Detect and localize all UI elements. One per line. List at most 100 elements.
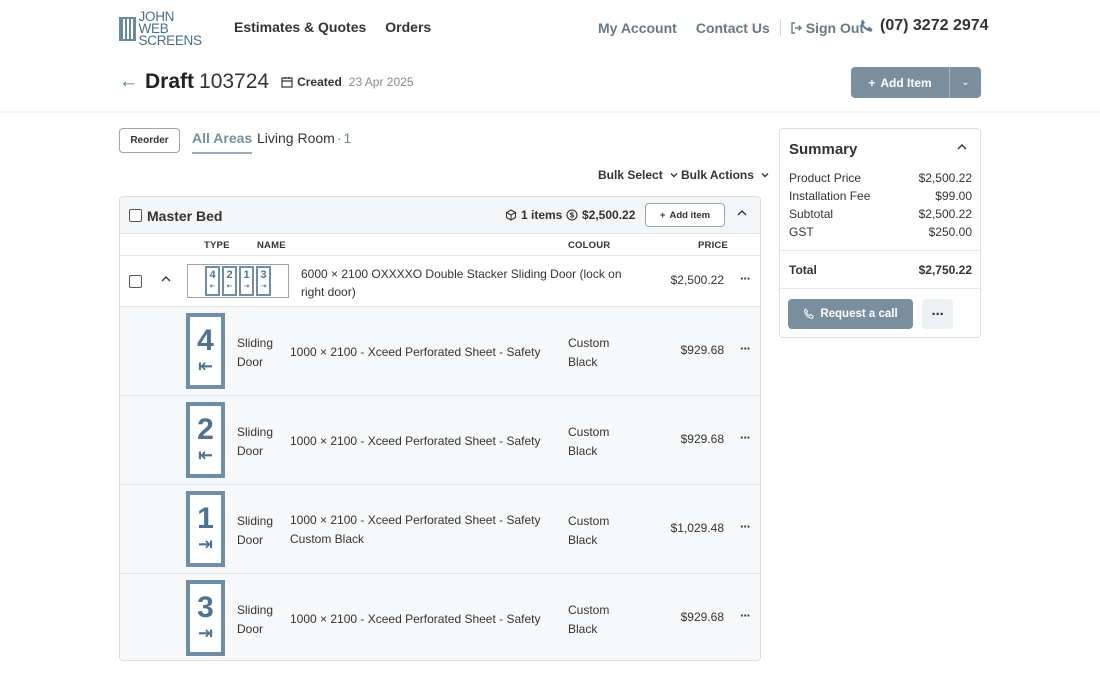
mini-panel: 4 ⇤ — [205, 266, 220, 296]
nav-my-account[interactable]: My Account — [598, 20, 677, 36]
phone-number: (07) 3272 2974 — [880, 17, 989, 34]
calendar-icon — [281, 77, 293, 88]
list-item: 2 ⇤ Sliding Door 1000 × 2100 - Xceed Per… — [120, 395, 760, 484]
column-header-name: NAME — [257, 240, 286, 251]
group-total-value: $2,500.22 — [582, 208, 636, 222]
reorder-button[interactable]: Reorder — [119, 128, 180, 153]
nav-orders[interactable]: Orders — [385, 19, 431, 35]
nav-contact-us[interactable]: Contact Us — [696, 20, 770, 36]
plus-icon: + — [868, 75, 876, 90]
group-select-checkbox[interactable] — [129, 209, 142, 222]
group-items-count: 1 items — [505, 208, 562, 222]
bulk-actions-label: Bulk Actions — [681, 168, 754, 182]
row-more-options-icon[interactable]: ··· — [740, 430, 751, 445]
chevron-down-icon — [761, 173, 769, 178]
request-call-button[interactable]: Request a call — [788, 299, 913, 329]
group-total: $ $2,500.22 — [566, 208, 635, 222]
bulk-select-label: Bulk Select — [598, 168, 663, 182]
page-title-status: Draft — [145, 70, 195, 93]
account-nav: My Account Contact Us Sign Out — [598, 19, 864, 36]
item-type: Sliding Door — [237, 425, 274, 458]
summary-line-gst: GST $250.00 — [789, 225, 972, 239]
group-title: Master Bed — [147, 208, 223, 224]
mini-panel: 2 ⇤ — [222, 266, 237, 296]
main-nav: Estimates & Quotes Orders — [234, 19, 431, 35]
item-type: Sliding Door — [237, 336, 274, 369]
tab-living-room-label: Living Room — [257, 130, 335, 146]
sign-out-label: Sign Out — [805, 19, 865, 36]
summary-more-options-icon[interactable]: ··· — [922, 299, 953, 329]
item-price: $929.68 — [680, 343, 724, 357]
summary-line-subtotal: Subtotal $2,500.22 — [789, 207, 972, 221]
chevron-up-icon[interactable] — [736, 207, 748, 222]
list-item: 4 ⇤ Sliding Door 1000 × 2100 - Xceed Per… — [120, 306, 760, 395]
group-items-count-label: 1 items — [521, 208, 563, 222]
door-panel-image: 3 ⇥ — [186, 580, 225, 656]
mini-panel: 1 ⇥ — [239, 266, 254, 296]
dollar-circle-icon: $ — [566, 209, 578, 221]
item-description: 1000 × 2100 - Xceed Perforated Sheet - S… — [290, 612, 541, 626]
phone-icon — [861, 19, 873, 32]
chevron-up-icon[interactable] — [956, 141, 968, 156]
item-price: $929.68 — [680, 610, 724, 624]
request-call-label: Request a call — [820, 308, 898, 320]
summary-title: Summary — [789, 141, 858, 158]
header-divider — [0, 111, 1100, 113]
list-item: 3 ⇥ Sliding Door 1000 × 2100 - Xceed Per… — [120, 573, 760, 660]
sign-out-icon — [791, 21, 802, 34]
bulk-select-dropdown[interactable]: Bulk Select — [598, 168, 679, 182]
logo-text-line2: SCREENS — [138, 33, 202, 48]
column-header-colour: COLOUR — [568, 240, 611, 251]
item-name: 6000 × 2100 OXXXXO Double Stacker Slidin… — [301, 267, 622, 299]
summary-line-installation-fee: Installation Fee $99.00 — [789, 189, 972, 203]
item-type: Sliding Door — [237, 603, 274, 636]
table-row: 4 ⇤ 2 ⇤ 1 ⇥ 3 ⇥ 6000 × 2100 OXXXXO Double St… — [120, 256, 760, 306]
add-item-dropdown-toggle[interactable]: ⌄ — [950, 67, 981, 98]
nav-divider — [779, 19, 781, 36]
created-date: 23 Apr 2025 — [348, 75, 414, 89]
item-description: 1000 × 2100 - Xceed Perforated Sheet - S… — [290, 513, 541, 546]
item-description: 1000 × 2100 - Xceed Perforated Sheet - S… — [290, 345, 541, 359]
row-more-options-icon[interactable]: ··· — [740, 341, 751, 356]
sign-out-link[interactable]: Sign Out — [790, 20, 864, 36]
item-description: 1000 × 2100 - Xceed Perforated Sheet - S… — [290, 434, 541, 448]
summary-divider — [780, 288, 980, 289]
door-panel-image: 1 ⇥ — [186, 491, 225, 567]
row-more-options-icon[interactable]: ··· — [740, 519, 751, 534]
chevron-down-icon — [670, 173, 678, 178]
item-colour: Custom Black — [568, 425, 610, 458]
back-arrow-icon[interactable]: ← — [119, 71, 138, 93]
summary-line-product-price: Product Price $2,500.22 — [789, 171, 972, 185]
item-colour: Custom Black — [568, 336, 610, 369]
summary-panel: Summary Product Price $2,500.22 Installat… — [779, 128, 981, 338]
row-more-options-icon[interactable]: ··· — [740, 271, 751, 286]
row-select-checkbox[interactable] — [129, 275, 142, 288]
list-item: 1 ⇥ Sliding Door 1000 × 2100 - Xceed Per… — [120, 484, 760, 573]
summary-divider — [780, 250, 980, 251]
created-label: Created — [297, 75, 342, 89]
item-price: $2,500.22 — [670, 273, 724, 287]
item-colour: Custom Black — [568, 603, 610, 636]
logo-mark-icon — [119, 17, 136, 41]
chevron-up-icon[interactable] — [160, 273, 172, 288]
phone-link[interactable]: (07) 3272 2974 — [859, 17, 989, 35]
plus-icon: + — [659, 209, 666, 221]
add-item-label: Add Item — [880, 75, 932, 90]
area-group-header: Master Bed 1 items $ $2,500.22 + Add ite… — [120, 197, 760, 234]
chevron-down-icon: ⌄ — [961, 77, 970, 88]
item-type: Sliding Door — [237, 514, 274, 547]
svg-text:$: $ — [569, 211, 574, 220]
group-add-item-button[interactable]: + Add item — [645, 203, 725, 227]
add-item-button[interactable]: + Add Item — [851, 67, 950, 98]
page-title-row: ← Draft 103724 Created 23 Apr 2025 — [119, 70, 414, 94]
tab-living-room-count: 1 — [343, 130, 352, 146]
created-info: Created 23 Apr 2025 — [281, 75, 414, 89]
mini-panel: 3 ⇥ — [256, 266, 271, 296]
nav-estimates-quotes[interactable]: Estimates & Quotes — [234, 19, 366, 35]
row-more-options-icon[interactable]: ··· — [740, 608, 751, 623]
bulk-actions-dropdown[interactable]: Bulk Actions — [681, 168, 770, 182]
tab-all-areas[interactable]: All Areas — [192, 130, 253, 154]
tab-living-room[interactable]: Living Room · 1 — [257, 130, 351, 146]
item-price: $1,029.48 — [670, 521, 724, 535]
brand-logo[interactable]: JOHN WEB SCREENS — [119, 10, 205, 47]
